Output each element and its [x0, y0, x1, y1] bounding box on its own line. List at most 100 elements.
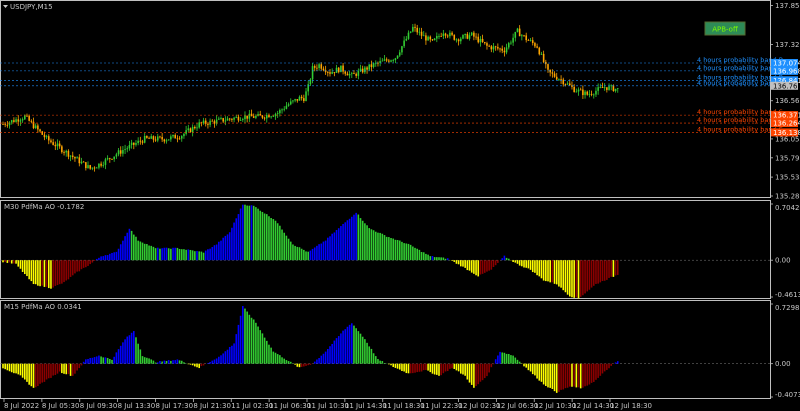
candle-body — [492, 46, 495, 50]
price-tick-label: 135.535 — [775, 174, 800, 182]
ao-tick-label: 0.00 — [775, 360, 791, 368]
candle-body — [494, 46, 497, 48]
candle-body — [422, 35, 425, 37]
time-tick-label: 11 Jul 22:30 — [421, 402, 463, 410]
candle-body — [89, 165, 91, 169]
candle-body — [311, 66, 314, 80]
candle-body — [43, 134, 46, 138]
candle-body — [433, 38, 436, 41]
candle-body — [37, 125, 39, 130]
candle-body — [510, 42, 512, 44]
time-tick-label: 12 Jul 10:30 — [534, 402, 576, 410]
candle-body — [104, 159, 107, 165]
candle-body — [135, 143, 137, 145]
sub1-axis: 0.7042 0.00 -0.4613 — [770, 203, 800, 299]
candle-body — [58, 143, 61, 147]
candle-body — [370, 64, 373, 67]
candle-body — [78, 157, 81, 164]
sub2-panel[interactable] — [0, 300, 771, 399]
time-tick-label: 11 Jul 14:30 — [345, 402, 387, 410]
candle-body — [233, 117, 235, 120]
candle-body — [28, 116, 30, 121]
apb-toggle-button[interactable]: APB-off — [704, 21, 746, 36]
candle-body — [547, 64, 549, 70]
candle-body — [45, 136, 48, 138]
candle-body — [318, 64, 320, 68]
candle-body — [242, 119, 244, 120]
apb-button-label: APB-off — [712, 26, 738, 34]
candle-body — [525, 35, 527, 41]
sub1-panel[interactable] — [0, 200, 771, 299]
candle-body — [342, 65, 344, 72]
sub1-title: M30 PdfMa AO -0.1782 — [4, 203, 84, 211]
candle-body — [222, 118, 224, 122]
candle-body — [294, 99, 296, 101]
candle-body — [355, 73, 357, 76]
candle-body — [396, 55, 399, 59]
candle-body — [178, 138, 181, 140]
candle-body — [407, 32, 410, 39]
candle-body — [156, 136, 159, 141]
ao-tick-label: -0.4613 — [775, 291, 800, 299]
candle-body — [462, 35, 464, 39]
candle-body — [296, 99, 299, 101]
candle-body — [390, 60, 392, 62]
candle-body — [614, 88, 617, 92]
candle-body — [26, 115, 28, 117]
candle-body — [514, 31, 517, 38]
candle-body — [255, 115, 257, 118]
candle-body — [102, 164, 105, 166]
candle-body — [185, 130, 187, 134]
candle-body — [207, 123, 209, 125]
candle-body — [10, 120, 13, 123]
candle-body — [124, 149, 126, 151]
price-tick-label: 137.850 — [775, 2, 800, 10]
candle-body — [2, 124, 4, 125]
candle-body — [412, 26, 414, 32]
candle-body — [507, 43, 510, 48]
candle-body — [490, 46, 493, 50]
candle-body — [470, 32, 473, 36]
candle-body — [71, 155, 74, 157]
candle-body — [366, 67, 368, 70]
candle-body — [119, 150, 122, 154]
candle-body — [95, 167, 98, 169]
band-price-value: 136.767 — [773, 82, 800, 90]
candle-body — [34, 125, 37, 129]
candle-body — [196, 127, 198, 129]
time-tick-label: 8 Jul 17:30 — [156, 402, 194, 410]
candle-body — [220, 118, 222, 119]
chart-canvas[interactable]: USDJPY,M15 M30 PdfMa AO -0.1782 M15 PdfM… — [0, 0, 800, 411]
candle-body — [388, 60, 390, 62]
candle-body — [143, 136, 146, 143]
candle-body — [226, 118, 229, 121]
candle-body — [244, 115, 246, 120]
candle-body — [19, 120, 22, 122]
candle-body — [15, 119, 17, 122]
candle-body — [322, 68, 325, 71]
candle-body — [337, 67, 340, 73]
time-tick-label: 11 Jul 18:30 — [383, 402, 425, 410]
sub2-axis: 0.7298 0.00 -0.4073 — [770, 303, 800, 399]
candle-body — [21, 119, 24, 121]
candle-body — [198, 122, 200, 128]
candle-body — [270, 116, 272, 118]
candle-body — [6, 124, 9, 126]
candle-body — [87, 165, 89, 169]
candle-body — [292, 100, 294, 102]
candle-body — [239, 119, 242, 121]
candle-body — [558, 79, 560, 81]
candle-body — [590, 93, 593, 95]
candle-body — [551, 72, 554, 74]
candle-body — [518, 28, 521, 37]
candle-body — [536, 46, 538, 48]
candle-body — [159, 136, 161, 138]
candle-body — [394, 58, 397, 61]
candle-body — [150, 136, 153, 139]
candle-body — [65, 150, 68, 153]
main-panel[interactable] — [0, 0, 771, 198]
candle-body — [523, 35, 525, 37]
candle-body — [333, 72, 336, 73]
candle-body — [457, 39, 460, 42]
candle-body — [279, 110, 281, 114]
